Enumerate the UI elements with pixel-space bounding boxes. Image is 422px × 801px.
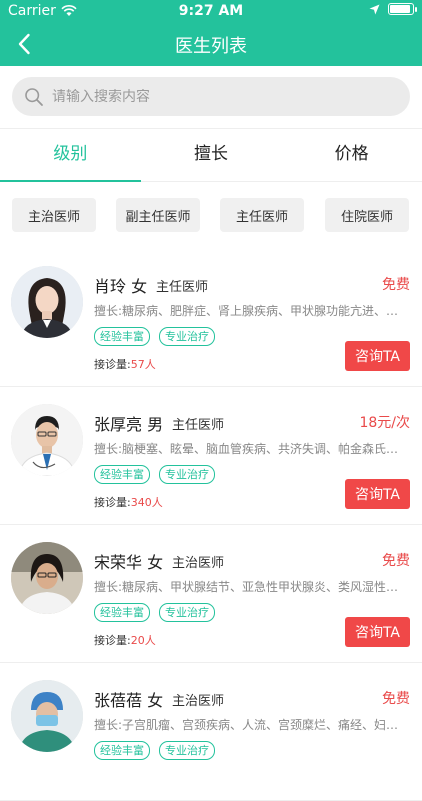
consult-count-label: 接诊量: [94, 634, 131, 647]
battery-icon [388, 3, 417, 15]
doctor-card[interactable]: 肖玲 女 主任医师 免费 擅长:糖尿病、肥胖症、肾上腺疾病、甲状腺功能亢进、甲状… [0, 249, 422, 387]
consult-count-label: 接诊量: [94, 358, 131, 371]
tab-specialty[interactable]: 擅长 [141, 129, 282, 181]
filter-associate-chief-physician[interactable]: 副主任医师 [116, 198, 200, 232]
doctor-specialty: 擅长:糖尿病、肥胖症、肾上腺疾病、甲状腺功能亢进、甲状腺... [94, 304, 399, 318]
consult-button[interactable]: 咨询TA [345, 617, 410, 647]
page-title: 医生列表 [175, 36, 247, 57]
consult-count-label: 接诊量: [94, 496, 131, 509]
doctor-specialty: 擅长:子宫肌瘤、宫颈疾病、人流、宫颈糜烂、痛经、妇科炎症 [94, 718, 399, 732]
consult-count-value: 57人 [130, 358, 156, 371]
tag-professional: 专业治疗 [159, 741, 215, 760]
doctor-name: 肖玲 女 [94, 277, 148, 296]
doctor-specialty: 擅长:脑梗塞、眩晕、脑血管疾病、共济失调、帕金森氏病、痴呆 [94, 442, 399, 456]
doctor-avatar [11, 680, 83, 752]
top-bar: Carrier 9:27 AM 医生列表 [0, 0, 422, 66]
tag-experienced: 经验丰富 [94, 327, 150, 346]
doctor-price: 免费 [382, 553, 410, 569]
doctor-card[interactable]: 张蓓蓓 女 主治医师 免费 擅长:子宫肌瘤、宫颈疾病、人流、宫颈糜烂、痛经、妇科… [0, 663, 422, 801]
doctor-name: 张厚亮 男 [94, 415, 164, 434]
consult-count: 接诊量:57人 [94, 356, 156, 372]
consult-button[interactable]: 咨询TA [345, 341, 410, 371]
tag-experienced: 经验丰富 [94, 741, 150, 760]
doctor-card[interactable]: 宋荣华 女 主治医师 免费 擅长:糖尿病、甲状腺结节、亚急性甲状腺炎、类风湿性关… [0, 525, 422, 663]
doctor-card[interactable]: 张厚亮 男 主任医师 18元/次 擅长:脑梗塞、眩晕、脑血管疾病、共济失调、帕金… [0, 387, 422, 525]
search-bar[interactable] [12, 77, 410, 116]
consult-button[interactable]: 咨询TA [345, 479, 410, 509]
doctor-price: 免费 [382, 277, 410, 293]
doctor-title: 主治医师 [172, 694, 225, 709]
search-input[interactable] [52, 88, 382, 105]
filter-attending-physician[interactable]: 主治医师 [12, 198, 96, 232]
consult-count-value: 20人 [130, 634, 156, 647]
battery-level [390, 5, 410, 13]
doctor-avatar [11, 542, 83, 614]
tag-experienced: 经验丰富 [94, 603, 150, 622]
consult-count-value: 340人 [130, 496, 163, 509]
doctor-avatar [11, 404, 83, 476]
consult-count: 接诊量:340人 [94, 494, 163, 510]
filter-resident-physician[interactable]: 住院医师 [325, 198, 409, 232]
search-icon [25, 87, 43, 106]
sort-tabs: 级别 擅长 价格 [0, 128, 422, 182]
doctor-price: 18元/次 [359, 415, 410, 431]
status-time: 9:27 AM [178, 3, 244, 19]
tag-professional: 专业治疗 [159, 603, 215, 622]
doctor-name: 张蓓蓓 女 [94, 691, 164, 710]
nav-bar: 医生列表 [0, 22, 422, 66]
doctor-title: 主任医师 [156, 280, 209, 295]
level-filters: 主治医师 副主任医师 主任医师 住院医师 [0, 198, 422, 234]
tab-level[interactable]: 级别 [0, 129, 141, 182]
doctor-title: 主治医师 [172, 556, 225, 571]
doctor-specialty: 擅长:糖尿病、甲状腺结节、亚急性甲状腺炎、类风湿性关节炎 [94, 580, 399, 594]
consult-count: 接诊量:20人 [94, 632, 156, 648]
doctor-name: 宋荣华 女 [94, 553, 164, 572]
filter-chief-physician[interactable]: 主任医师 [220, 198, 304, 232]
tab-price[interactable]: 价格 [281, 129, 422, 181]
search-section [0, 66, 422, 128]
status-bar: Carrier 9:27 AM [0, 0, 422, 22]
tag-professional: 专业治疗 [159, 327, 215, 346]
tag-experienced: 经验丰富 [94, 465, 150, 484]
tag-professional: 专业治疗 [159, 465, 215, 484]
doctor-price: 免费 [382, 691, 410, 707]
doctor-title: 主任医师 [172, 418, 225, 433]
doctor-avatar [11, 266, 83, 338]
location-arrow-icon [369, 4, 380, 14]
